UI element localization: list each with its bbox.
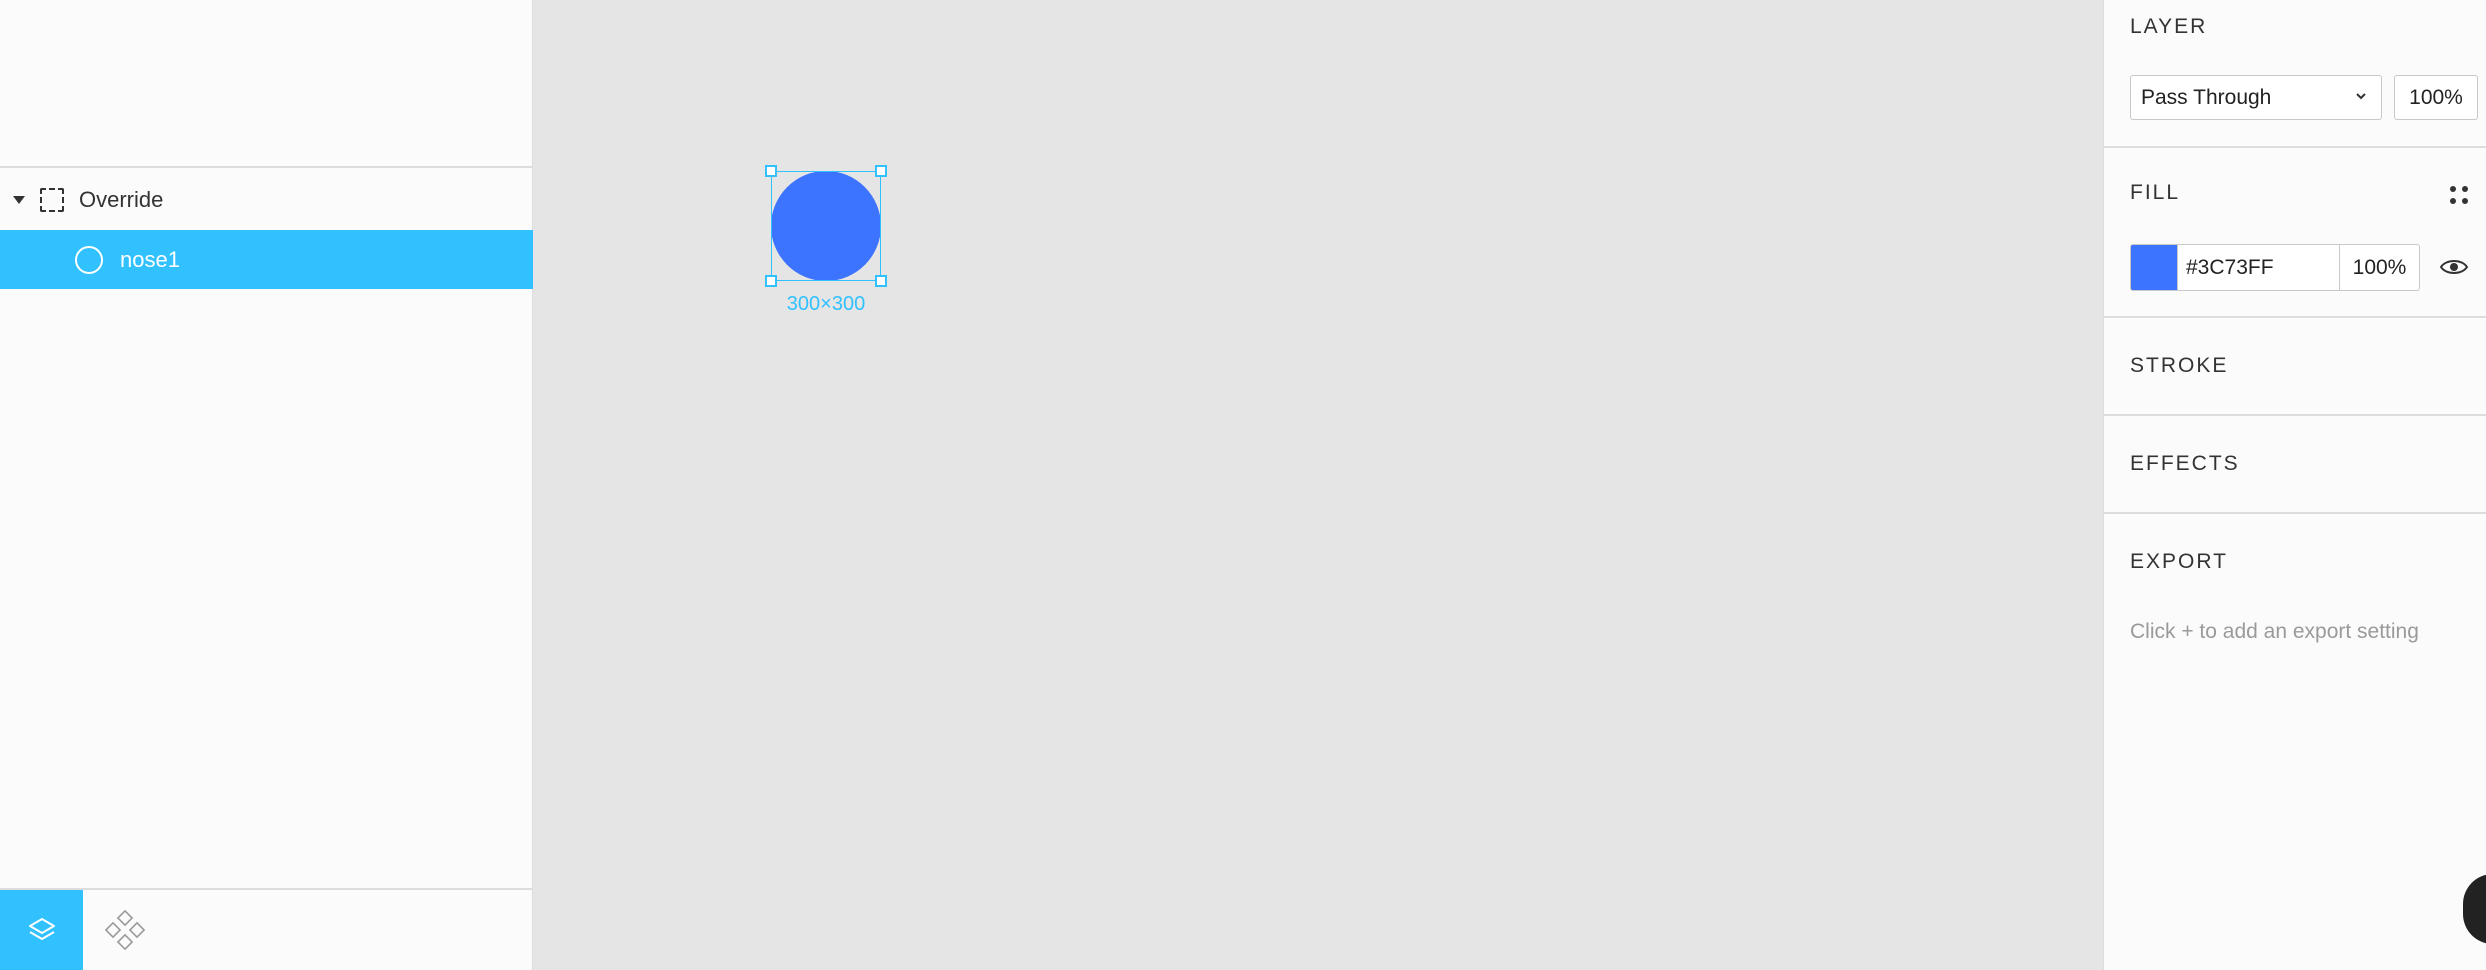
sidebar-tab-bar bbox=[0, 888, 533, 970]
selection-size-label: 300×300 bbox=[786, 293, 866, 315]
components-tab-icon bbox=[105, 910, 145, 950]
layer-item-label: nose1 bbox=[120, 246, 180, 272]
caret-down-icon[interactable] bbox=[13, 195, 25, 204]
fill-color-swatch[interactable] bbox=[2130, 244, 2178, 291]
export-section-title: EXPORT bbox=[2130, 550, 2228, 573]
frame-icon bbox=[40, 187, 64, 212]
selection-box bbox=[771, 171, 881, 281]
design-canvas[interactable]: 300×300 bbox=[534, 0, 2103, 970]
layer-item-nose1[interactable]: nose1 bbox=[0, 230, 533, 289]
fill-opacity-input[interactable]: 100% bbox=[2340, 244, 2420, 291]
stroke-section[interactable]: STROKE bbox=[2104, 318, 2486, 416]
selected-shape-nose1[interactable] bbox=[765, 165, 887, 287]
layer-section-title: LAYER bbox=[2130, 15, 2208, 38]
styles-grid-icon[interactable] bbox=[2449, 185, 2469, 205]
fill-section: FILL #3C73FF 100% bbox=[2104, 148, 2486, 318]
layers-tab-icon bbox=[28, 918, 55, 940]
effects-section-title: EFFECTS bbox=[2130, 452, 2240, 475]
fill-hex-input[interactable]: #3C73FF bbox=[2178, 244, 2340, 291]
tab-components[interactable] bbox=[100, 890, 150, 970]
blend-mode-select[interactable]: Pass Through bbox=[2130, 75, 2382, 120]
resize-handle-top-right[interactable] bbox=[875, 165, 887, 177]
layers-sidebar: Override nose1 bbox=[0, 0, 533, 970]
fill-section-title: FILL bbox=[2130, 181, 2181, 204]
resize-handle-top-left[interactable] bbox=[765, 165, 777, 177]
export-hint-text: Click + to add an export setting bbox=[2130, 620, 2419, 643]
resize-handle-bottom-left[interactable] bbox=[765, 275, 777, 287]
eye-icon[interactable] bbox=[2439, 256, 2469, 278]
layer-section: LAYER Pass Through 100% bbox=[2104, 0, 2486, 148]
tab-layers[interactable] bbox=[0, 890, 83, 970]
layer-opacity-input[interactable]: 100% bbox=[2394, 75, 2478, 120]
export-section[interactable]: EXPORT Click + to add an export setting bbox=[2104, 514, 2486, 714]
chevron-down-icon bbox=[2356, 93, 2366, 100]
ellipse-icon bbox=[75, 245, 103, 274]
effects-section[interactable]: EFFECTS bbox=[2104, 416, 2486, 514]
layer-item-override[interactable]: Override bbox=[0, 170, 533, 229]
inspector-panel: LAYER Pass Through 100% FILL #3C73FF 100… bbox=[2103, 0, 2486, 970]
sidebar-header-area bbox=[0, 0, 532, 168]
resize-handle-bottom-right[interactable] bbox=[875, 275, 887, 287]
layer-item-label: Override bbox=[79, 186, 164, 212]
fill-row: #3C73FF 100% bbox=[2130, 244, 2420, 291]
stroke-section-title: STROKE bbox=[2130, 354, 2229, 377]
blend-mode-value: Pass Through bbox=[2141, 85, 2272, 109]
